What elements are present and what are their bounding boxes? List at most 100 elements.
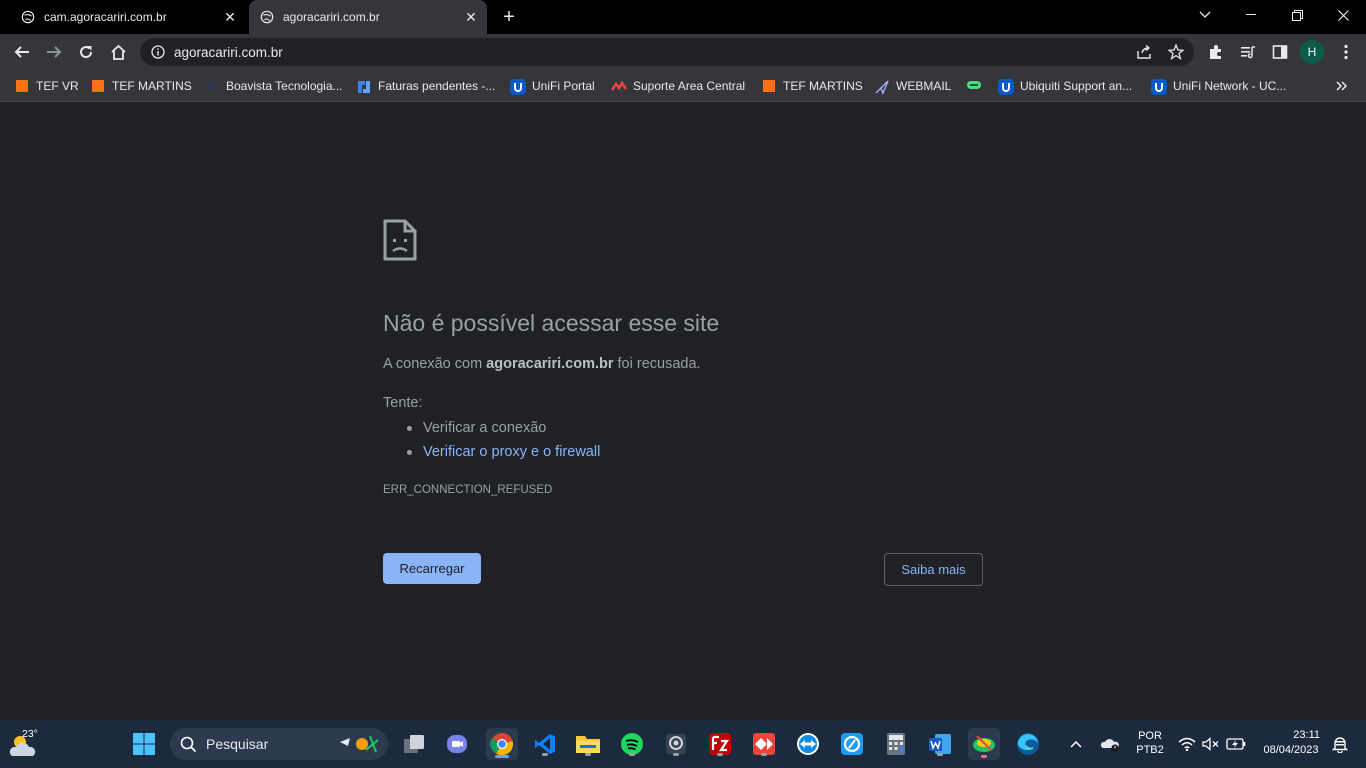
tab-strip: cam.agoracariri.com.br ✕ agoracariri.com… bbox=[0, 0, 1366, 34]
bookmark-star-icon[interactable] bbox=[1168, 44, 1184, 60]
idm-taskbar-button[interactable] bbox=[968, 728, 1000, 760]
bookmark-label: WEBMAIL bbox=[896, 79, 952, 93]
battery-charging-icon bbox=[1226, 738, 1246, 750]
playlist-icon bbox=[1241, 46, 1255, 59]
chrome-menu-button[interactable] bbox=[1334, 40, 1358, 64]
calculator-taskbar-button[interactable] bbox=[882, 730, 910, 758]
tab-title: cam.agoracariri.com.br bbox=[44, 10, 167, 24]
side-panel-button[interactable] bbox=[1268, 40, 1292, 64]
bookmark-tef-martins-2[interactable]: TEF MARTINS bbox=[763, 76, 863, 96]
task-view-button[interactable] bbox=[400, 730, 428, 758]
search-icon bbox=[180, 736, 197, 753]
restore-button[interactable] bbox=[1274, 0, 1320, 30]
suggestion-check-proxy-link[interactable]: Verificar o proxy e o firewall bbox=[407, 443, 600, 467]
chevron-double-right-icon bbox=[1336, 81, 1348, 91]
running-indicator bbox=[717, 753, 723, 756]
orange-square-icon bbox=[92, 80, 104, 92]
learn-more-button[interactable]: Saiba mais bbox=[884, 553, 983, 586]
file-explorer-button[interactable] bbox=[574, 730, 602, 758]
webcam-app-taskbar-button[interactable] bbox=[662, 730, 690, 758]
bookmark-ubiquiti-support[interactable]: Ubiquiti Support an... bbox=[998, 76, 1132, 96]
running-indicator bbox=[542, 753, 548, 756]
volume-muted-icon[interactable] bbox=[1200, 730, 1222, 758]
teams-chat-button[interactable] bbox=[443, 730, 471, 758]
new-tab-button[interactable]: + bbox=[500, 7, 518, 27]
bookmark-label: TEF VR bbox=[36, 79, 79, 93]
bookmark-label: UniFi Portal bbox=[532, 79, 595, 93]
onedrive-status-icon[interactable] bbox=[1098, 730, 1122, 758]
folder-icon bbox=[576, 736, 600, 753]
language-indicator[interactable]: POR PTB2 bbox=[1132, 730, 1168, 756]
reload-icon bbox=[80, 46, 93, 59]
filezilla-taskbar-button[interactable] bbox=[706, 730, 734, 758]
spotify-taskbar-button[interactable] bbox=[618, 730, 646, 758]
battery-status-icon[interactable] bbox=[1224, 730, 1248, 758]
notifications-button[interactable] bbox=[1330, 730, 1350, 758]
bookmark-unnamed[interactable] bbox=[966, 76, 988, 96]
tab-cam-agoracariri[interactable]: cam.agoracariri.com.br ✕ bbox=[0, 0, 246, 34]
url-text: agoracariri.com.br bbox=[174, 45, 283, 60]
chrome-taskbar-button[interactable] bbox=[486, 728, 518, 760]
tab-search-icon[interactable] bbox=[1182, 0, 1228, 30]
tab-agoracariri[interactable]: agoracariri.com.br ✕ bbox=[249, 0, 487, 34]
forward-button[interactable] bbox=[42, 40, 66, 64]
word-taskbar-button[interactable] bbox=[926, 730, 954, 758]
bookmark-unifi-portal[interactable]: UniFi Portal bbox=[510, 76, 595, 96]
close-tab-icon[interactable]: ✕ bbox=[222, 9, 238, 25]
ubiquiti-icon bbox=[510, 79, 526, 95]
bookmark-tef-martins[interactable]: TEF MARTINS bbox=[92, 76, 192, 96]
wifi-status-icon[interactable] bbox=[1176, 730, 1198, 758]
error-host: agoracariri.com.br bbox=[486, 356, 614, 372]
notification-bell-icon bbox=[1332, 737, 1348, 753]
clock-time: 23:11 bbox=[1293, 729, 1320, 741]
reload-button[interactable] bbox=[74, 40, 98, 64]
anydesk-taskbar-button[interactable] bbox=[750, 730, 778, 758]
taskbar-search[interactable]: Pesquisar bbox=[170, 728, 388, 760]
back-button[interactable] bbox=[10, 40, 34, 64]
task-view-icon bbox=[404, 735, 424, 753]
bookmark-label: TEF MARTINS bbox=[783, 79, 863, 93]
site-info-icon[interactable] bbox=[151, 45, 165, 59]
browser-toolbar: agoracariri.com.br H bbox=[0, 34, 1366, 70]
bookmarks-bar: TEF VR TEF MARTINS Boavista Tecnologia..… bbox=[0, 70, 1366, 102]
bookmark-webmail[interactable]: WEBMAIL bbox=[874, 76, 951, 96]
vscode-taskbar-button[interactable] bbox=[531, 730, 559, 758]
error-code: ERR_CONNECTION_REFUSED bbox=[383, 484, 553, 496]
green-pill-icon bbox=[966, 79, 981, 93]
minimize-button[interactable] bbox=[1228, 0, 1274, 30]
show-hidden-icons-button[interactable] bbox=[1066, 730, 1086, 758]
home-button[interactable] bbox=[106, 40, 130, 64]
bookmark-faturas[interactable]: Faturas pendentes -... bbox=[356, 76, 495, 96]
wifi-icon bbox=[1178, 737, 1196, 751]
reload-page-button[interactable]: Recarregar bbox=[383, 553, 481, 584]
chevron-up-icon bbox=[1070, 740, 1082, 748]
suporte-icon bbox=[610, 79, 628, 93]
language-line-1: POR bbox=[1138, 730, 1162, 742]
running-indicator bbox=[585, 753, 591, 756]
bookmark-boavista[interactable]: Boavista Tecnologia... bbox=[204, 76, 343, 96]
share-icon[interactable] bbox=[1136, 45, 1152, 59]
running-indicator bbox=[495, 755, 509, 758]
error-title: Não é possível acessar esse site bbox=[383, 310, 720, 336]
more-bookmarks-button[interactable] bbox=[1336, 76, 1348, 96]
close-tab-icon[interactable]: ✕ bbox=[463, 9, 479, 25]
bookmark-tef-vr[interactable]: TEF VR bbox=[16, 76, 79, 96]
bookmark-label: Ubiquiti Support an... bbox=[1020, 79, 1133, 93]
teamviewer-taskbar-button[interactable] bbox=[794, 730, 822, 758]
address-bar[interactable]: agoracariri.com.br bbox=[140, 38, 1194, 66]
webmail-icon bbox=[874, 79, 889, 95]
clock[interactable]: 23:11 08/04/2023 bbox=[1256, 729, 1326, 756]
profile-avatar[interactable]: H bbox=[1300, 40, 1324, 64]
error-desc-suffix: foi recusada. bbox=[613, 356, 701, 372]
extensions-button[interactable] bbox=[1204, 40, 1228, 64]
media-controls-button[interactable] bbox=[1236, 40, 1260, 64]
bookmark-unifi-network[interactable]: UniFi Network - UC... bbox=[1151, 76, 1286, 96]
search-label: Pesquisar bbox=[206, 736, 269, 752]
close-window-button[interactable] bbox=[1320, 0, 1366, 30]
sync-app-taskbar-button[interactable] bbox=[838, 730, 866, 758]
edge-taskbar-button[interactable] bbox=[1014, 730, 1042, 758]
bookmark-suporte-area-central[interactable]: Suporte Area Central bbox=[610, 76, 745, 96]
weather-widget[interactable]: 23° bbox=[8, 728, 40, 760]
start-button[interactable] bbox=[130, 730, 158, 758]
error-description: A conexão com agoracariri.com.br foi rec… bbox=[383, 356, 701, 372]
